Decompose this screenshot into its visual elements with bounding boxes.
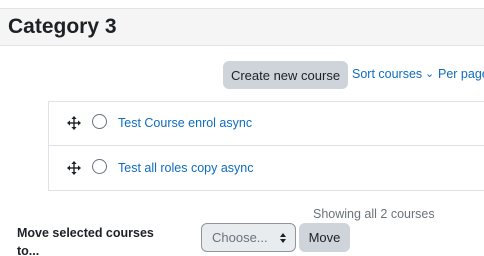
move-courses-label: Move selected courses to... — [17, 226, 154, 256]
course-link[interactable]: Test Course enrol async — [118, 115, 252, 131]
course-count-text: Showing all 2 courses — [313, 207, 435, 221]
sort-courses-link[interactable]: Sort courses — [352, 66, 422, 82]
course-link[interactable]: Test all roles copy async — [118, 160, 253, 176]
list-item: Test all roles copy async — [49, 147, 484, 191]
up-down-caret-icon — [280, 233, 286, 243]
per-page-link[interactable]: Per page — [438, 66, 484, 82]
list-item: Test Course enrol async — [49, 102, 484, 146]
chevron-down-icon[interactable]: ⌄ — [425, 66, 434, 82]
course-select-radio[interactable] — [92, 114, 107, 129]
category-select[interactable]: Choose... — [201, 223, 296, 252]
move-button[interactable]: Move — [299, 223, 350, 252]
course-select-radio[interactable] — [92, 159, 107, 174]
move-arrows-icon[interactable] — [67, 116, 81, 130]
category-select-value: Choose... — [212, 230, 268, 245]
create-new-course-button[interactable]: Create new course — [223, 61, 348, 89]
course-list: Test Course enrol async Test all roles c… — [48, 101, 484, 191]
move-arrows-icon[interactable] — [67, 161, 81, 175]
page-title: Category 3 — [8, 15, 117, 38]
